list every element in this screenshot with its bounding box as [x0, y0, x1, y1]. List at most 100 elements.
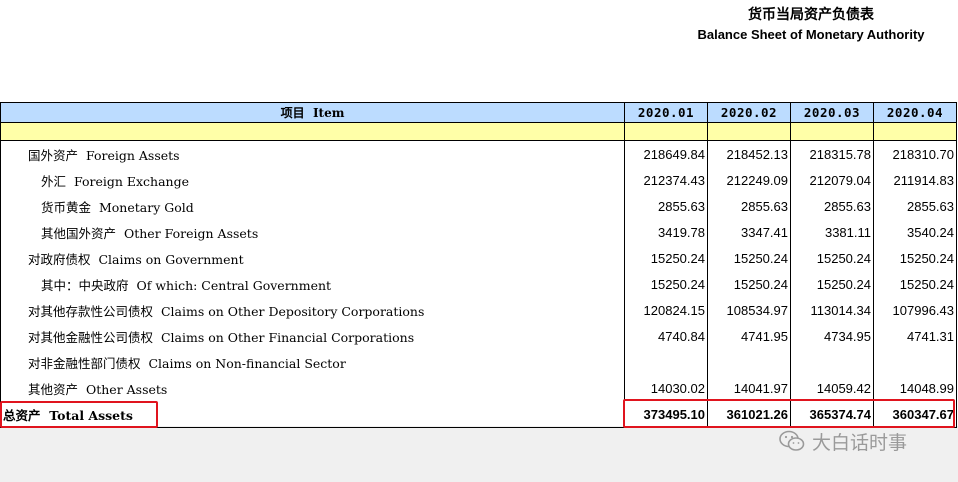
row-value: 14041.97 [707, 375, 791, 401]
row-value: 218649.84 [624, 140, 708, 167]
row-label: 其他国外资产 Other Foreign Assets [0, 219, 625, 245]
row-label-en: Foreign Exchange [73, 173, 190, 189]
row-value: 14059.42 [790, 375, 874, 401]
row-value [707, 349, 791, 375]
header-band [0, 122, 957, 141]
row-label-en: Claims on Government [98, 251, 244, 267]
row-label-en: Monetary Gold [98, 199, 194, 215]
table-row: 其他资产 Other Assets 14030.02 14041.97 1405… [0, 375, 957, 401]
row-label-en: Claims on Non-financial Sector [148, 355, 346, 371]
watermark-text: 大白话时事 [812, 431, 908, 454]
row-value: 120824.15 [624, 297, 708, 323]
row-value: 2855.63 [790, 193, 874, 219]
row-value: 3419.78 [624, 219, 708, 245]
row-value: 212249.09 [707, 167, 791, 193]
wechat-icon [779, 430, 805, 451]
row-label-en: Claims on Other Depository Corporations [160, 303, 425, 319]
row-label-zh: 其他国外资产 [41, 225, 117, 241]
row-label-zh: 其他资产 [28, 381, 79, 397]
title-english: Balance Sheet of Monetary Authority [697, 27, 925, 42]
row-label-en: Claims on Other Financial Corporations [160, 329, 415, 345]
total-label-highlight [0, 401, 158, 428]
row-value: 15250.24 [790, 245, 874, 271]
row-value: 107996.43 [873, 297, 957, 323]
row-value [624, 349, 708, 375]
row-value: 3347.41 [707, 219, 791, 245]
row-value: 15250.24 [873, 245, 957, 271]
row-label-en: Of which: Central Government [136, 277, 332, 293]
row-value: 3540.24 [873, 219, 957, 245]
header-item: 项目 Item [0, 102, 625, 123]
row-value: 212374.43 [624, 167, 708, 193]
band-cell [873, 122, 957, 141]
row-label-zh: 对其他存款性公司债权 [28, 303, 154, 319]
band-cell [790, 122, 874, 141]
row-label: 其他资产 Other Assets [0, 375, 625, 401]
table-row: 国外资产 Foreign Assets 218649.84 218452.13 … [0, 140, 957, 167]
header-row: 项目 Item 2020.01 2020.02 2020.03 2020.04 [0, 102, 957, 123]
row-value [790, 349, 874, 375]
header-period: 2020.02 [707, 102, 791, 123]
row-label: 货币黄金 Monetary Gold [0, 193, 625, 219]
row-value: 3381.11 [790, 219, 874, 245]
table-row: 其他国外资产 Other Foreign Assets 3419.78 3347… [0, 219, 957, 245]
table-row: 货币黄金 Monetary Gold 2855.63 2855.63 2855.… [0, 193, 957, 219]
row-value: 4741.95 [707, 323, 791, 349]
watermark: 大白话时事 [778, 428, 907, 454]
row-label-zh: 其中：中央政府 [41, 277, 129, 293]
row-value [873, 349, 957, 375]
table-row: 对非金融性部门债权 Claims on Non-financial Sector [0, 349, 957, 375]
balance-sheet-table: 项目 Item 2020.01 2020.02 2020.03 2020.04 … [0, 102, 957, 428]
header-period: 2020.01 [624, 102, 708, 123]
row-value: 2855.63 [624, 193, 708, 219]
row-value: 108534.97 [707, 297, 791, 323]
row-value: 14030.02 [624, 375, 708, 401]
header-period: 2020.03 [790, 102, 874, 123]
row-value: 15250.24 [873, 271, 957, 297]
row-value: 15250.24 [790, 271, 874, 297]
row-value: 2855.63 [873, 193, 957, 219]
row-value: 15250.24 [707, 245, 791, 271]
table-row: 外汇 Foreign Exchange 212374.43 212249.09 … [0, 167, 957, 193]
row-label-en: Other Foreign Assets [123, 225, 259, 241]
row-label: 对政府债权 Claims on Government [0, 245, 625, 271]
row-value: 218315.78 [790, 140, 874, 167]
row-label-en: Other Assets [85, 381, 168, 397]
row-label-zh: 对非金融性部门债权 [28, 355, 141, 371]
row-label-zh: 货币黄金 [41, 199, 92, 215]
row-label-zh: 国外资产 [28, 147, 79, 163]
band-cell [624, 122, 708, 141]
row-label: 其中：中央政府 Of which: Central Government [0, 271, 625, 297]
row-value: 218452.13 [707, 140, 791, 167]
row-label-zh: 对其他金融性公司债权 [28, 329, 154, 345]
row-value: 4741.31 [873, 323, 957, 349]
header-item-en: Item [312, 106, 345, 120]
table-row: 其中：中央政府 Of which: Central Government 152… [0, 271, 957, 297]
table-row: 对其他金融性公司债权 Claims on Other Financial Cor… [0, 323, 957, 349]
row-value: 14048.99 [873, 375, 957, 401]
row-label: 国外资产 Foreign Assets [0, 140, 625, 167]
row-value: 113014.34 [790, 297, 874, 323]
row-value: 15250.24 [707, 271, 791, 297]
header-period: 2020.04 [873, 102, 957, 123]
row-value: 2855.63 [707, 193, 791, 219]
row-value: 4740.84 [624, 323, 708, 349]
row-value: 218310.70 [873, 140, 957, 167]
row-value: 211914.83 [873, 167, 957, 193]
header-item-zh: 项目 [280, 106, 305, 120]
total-values-highlight [623, 399, 955, 428]
row-label-zh: 外汇 [41, 173, 67, 189]
band-cell [0, 122, 625, 141]
row-value: 4734.95 [790, 323, 874, 349]
table-row: 对政府债权 Claims on Government 15250.24 1525… [0, 245, 957, 271]
table-row: 对其他存款性公司债权 Claims on Other Depository Co… [0, 297, 957, 323]
row-label: 外汇 Foreign Exchange [0, 167, 625, 193]
row-value: 15250.24 [624, 271, 708, 297]
row-label: 对其他存款性公司债权 Claims on Other Depository Co… [0, 297, 625, 323]
row-label: 对非金融性部门债权 Claims on Non-financial Sector [0, 349, 625, 375]
title-chinese: 货币当局资产负债表 [748, 7, 874, 23]
row-value: 15250.24 [624, 245, 708, 271]
row-value: 212079.04 [790, 167, 874, 193]
row-label-zh: 对政府债权 [28, 251, 91, 267]
band-cell [707, 122, 791, 141]
